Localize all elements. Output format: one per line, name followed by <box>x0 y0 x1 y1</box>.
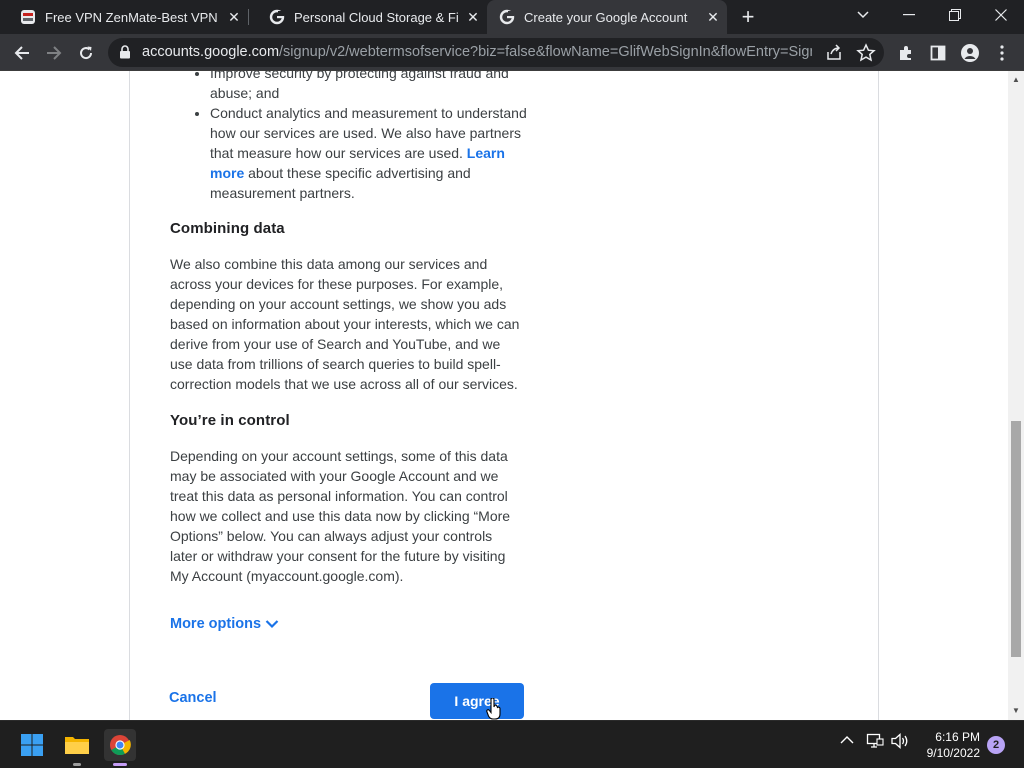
profile-icon[interactable] <box>956 39 984 67</box>
reload-icon[interactable] <box>72 39 100 67</box>
share-icon[interactable] <box>824 43 844 63</box>
close-window-icon[interactable] <box>978 0 1024 30</box>
clock-date: 9/10/2022 <box>926 746 980 760</box>
card-border <box>878 71 879 720</box>
side-panel-icon[interactable] <box>924 39 952 67</box>
zenmate-icon <box>21 10 35 24</box>
tab-title: Personal Cloud Storage & File Sh <box>294 9 459 25</box>
tab-google-one[interactable]: Personal Cloud Storage & File Sh ✕ <box>249 0 487 34</box>
bookmark-star-icon[interactable] <box>856 43 876 63</box>
minimize-icon[interactable] <box>886 0 932 30</box>
combining-data-heading: Combining data <box>170 220 285 237</box>
scrollbar-thumb[interactable] <box>1011 421 1021 657</box>
chevron-down-icon <box>265 620 279 629</box>
scroll-down-icon[interactable]: ▼ <box>1012 707 1020 715</box>
tab-zenmate[interactable]: Free VPN ZenMate-Best VPN for ✕ <box>0 0 248 34</box>
google-icon <box>499 9 515 25</box>
in-control-heading: You’re in control <box>170 412 290 429</box>
web-page: Improve security by protecting against f… <box>0 71 1008 720</box>
lock-icon[interactable] <box>118 45 132 59</box>
windows-start-icon[interactable] <box>16 729 48 761</box>
file-explorer-icon[interactable] <box>61 729 93 761</box>
restore-icon[interactable] <box>932 0 978 30</box>
in-control-text: Depending on your account settings, some… <box>170 448 511 584</box>
show-hidden-icons-icon[interactable] <box>840 733 854 751</box>
network-icon[interactable] <box>866 733 884 753</box>
clock-time: 6:16 PM <box>935 730 980 744</box>
new-tab-icon[interactable]: + <box>737 6 759 28</box>
tab-strip: Free VPN ZenMate-Best VPN for ✕ Personal… <box>0 0 1024 34</box>
tab-title: Free VPN ZenMate-Best VPN for <box>45 9 220 25</box>
scroll-up-icon[interactable]: ▲ <box>1012 76 1020 84</box>
url-text: accounts.google.com/signup/v2/webtermsof… <box>142 44 812 60</box>
agree-button[interactable]: I agree <box>430 683 524 719</box>
tab-search-icon[interactable] <box>840 0 886 30</box>
more-options-label: More options <box>170 616 262 632</box>
system-clock[interactable]: 6:16 PM 9/10/2022 <box>918 729 980 761</box>
running-indicator <box>73 763 81 766</box>
close-tab-icon[interactable]: ✕ <box>226 9 242 25</box>
forward-icon[interactable] <box>40 39 68 67</box>
close-tab-icon[interactable]: ✕ <box>465 9 481 25</box>
hand-cursor-icon <box>486 698 501 720</box>
combining-data-text: We also combine this data among our serv… <box>170 256 520 392</box>
active-indicator <box>113 763 127 766</box>
address-bar[interactable]: accounts.google.com/signup/v2/webtermsof… <box>108 38 884 67</box>
extensions-icon[interactable] <box>892 39 920 67</box>
card-border <box>129 71 130 720</box>
tab-create-account[interactable]: Create your Google Account ✕ <box>487 0 727 34</box>
close-tab-icon[interactable]: ✕ <box>705 9 721 25</box>
list-item: Conduct analytics and measurement to und… <box>210 103 532 203</box>
page-scrollbar[interactable]: ▲ ▼ <box>1008 71 1024 720</box>
volume-icon[interactable] <box>891 733 909 753</box>
cancel-button[interactable]: Cancel <box>169 690 217 706</box>
more-options-button[interactable]: More options <box>170 616 279 632</box>
tab-title: Create your Google Account <box>524 9 688 25</box>
notification-badge[interactable]: 2 <box>987 736 1005 754</box>
windows-taskbar: 6:16 PM 9/10/2022 2 <box>0 720 1024 768</box>
menu-icon[interactable] <box>988 39 1016 67</box>
back-icon[interactable] <box>8 39 36 67</box>
chrome-icon[interactable] <box>104 729 136 761</box>
google-icon <box>269 9 285 25</box>
browser-toolbar: accounts.google.com/signup/v2/webtermsof… <box>0 34 1024 71</box>
list-item: Improve security by protecting against f… <box>210 71 532 103</box>
purpose-list: Improve security by protecting against f… <box>192 71 532 203</box>
